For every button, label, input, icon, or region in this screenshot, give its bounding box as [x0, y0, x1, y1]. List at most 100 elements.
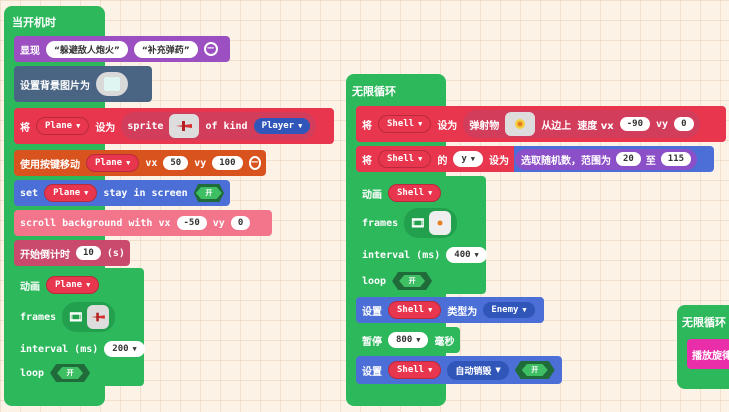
stay-in-screen-toggle[interactable]: 开 [193, 184, 224, 202]
move-buttons-label: 使用按键移动 [20, 159, 80, 171]
scroll-background-block[interactable]: scroll background with vx -50 vy 0 [14, 210, 272, 236]
splash-block[interactable]: 显现 “躲避敌人炮火” “补充弹药” − [14, 36, 230, 62]
kind-player-dropdown[interactable]: Player ▼ [253, 118, 311, 134]
shell-variable-dropdown[interactable]: Shell ▼ [388, 184, 442, 202]
set-sprite-block[interactable]: 将 Plane ▼ 设为 sprite of kind Player ▼ [14, 108, 334, 144]
plane-image-slot[interactable] [169, 114, 200, 138]
animate-shell-block[interactable]: 动画 Shell ▼ frames 🎞 interval (ms) 400 ▼ lo… [356, 176, 487, 294]
frames-editor[interactable]: 🎞 [62, 302, 116, 332]
scroll-vy-label: vy [212, 217, 225, 229]
pause-label: 暂停 [362, 336, 382, 348]
scroll-vy-input[interactable]: 0 [230, 216, 251, 230]
loop-label: loop [20, 367, 45, 379]
remove-icon[interactable]: − [203, 42, 218, 56]
set-background-label: 设置背景图片为 [20, 80, 90, 92]
of-label: 的 [437, 155, 448, 167]
film-icon: 🎞 [68, 310, 84, 324]
animate-plane-block[interactable]: 动画 Plane ▼ frames 🎞 interval (ms) 200 ▼ lo… [14, 268, 145, 386]
plane-variable-dropdown[interactable]: Plane ▼ [44, 184, 98, 202]
animate-label: 动画 [20, 281, 40, 293]
pause-duration-dropdown[interactable]: 800 ▼ [388, 332, 429, 348]
sprite-flag-dropdown[interactable]: 自动销毁 ▼ [447, 360, 509, 380]
set-projectile-prefix: 将 [362, 120, 372, 132]
shell-sprite-icon [515, 119, 526, 129]
projectile-label: 弹射物 [469, 120, 500, 132]
countdown-seconds-input[interactable]: 10 [76, 246, 101, 260]
shell-variable-dropdown[interactable]: Shell ▼ [378, 115, 432, 133]
of-kind-label: of kind [205, 120, 248, 132]
kind-label: 类型为 [447, 306, 478, 318]
loop-label: loop [362, 275, 387, 287]
stay-in-screen-block[interactable]: set Plane ▼ stay in screen 开 [14, 180, 230, 206]
vx-input[interactable]: 50 [163, 156, 189, 170]
plane-frame-slot[interactable] [87, 305, 110, 329]
interval-label: interval (ms) [362, 249, 441, 261]
countdown-label: 开始倒计时 [20, 249, 70, 261]
play-melody-block[interactable]: 播放旋律 [687, 339, 729, 369]
frames-label: frames [362, 217, 399, 229]
scroll-vx-input[interactable]: -50 [176, 216, 207, 230]
vx-label: vx [145, 157, 158, 169]
forever-title: 无限循环 [352, 85, 396, 98]
pause-block[interactable]: 暂停 800 ▼ 毫秒 [356, 327, 460, 353]
random-from-input[interactable]: 20 [615, 152, 641, 166]
remove-icon[interactable]: − [248, 156, 261, 170]
auto-destroy-toggle[interactable]: 开 [514, 361, 555, 379]
move-with-buttons-block[interactable]: 使用按键移动 Plane ▼ vx 50 vy 100 − [14, 150, 266, 176]
set-position-set-to: 设为 [488, 155, 509, 167]
projectile-from-side-reporter[interactable]: 弹射物 从边上 速度 vx -90 vy 0 [463, 110, 700, 138]
shell-vy-input[interactable]: 0 [674, 117, 694, 131]
shell-vy-label: vy [656, 118, 669, 130]
interval-label: interval (ms) [20, 343, 99, 355]
background-image-slot[interactable] [96, 72, 128, 96]
from-side-label: 从边上 [541, 120, 572, 132]
vy-label: vy [194, 157, 207, 169]
property-dropdown[interactable]: y ▼ [453, 151, 483, 167]
shell-variable-dropdown[interactable]: Shell ▼ [388, 361, 442, 379]
set-projectile-set-to: 设为 [437, 120, 458, 132]
plane-variable-dropdown[interactable]: Plane ▼ [36, 117, 90, 135]
set-position-block[interactable]: 将 Shell ▼ 的 y ▼ 设为 选取随机数，范围为 20 至 115 [356, 146, 714, 172]
set-kind-label: 设置 [362, 306, 382, 318]
random-range-reporter[interactable]: 选取随机数，范围为 20 至 115 [514, 148, 698, 170]
vy-input[interactable]: 100 [212, 156, 243, 170]
set-position-prefix: 将 [362, 155, 372, 167]
random-label: 选取随机数，范围为 [520, 155, 611, 167]
on-start-title: 当开机时 [12, 16, 56, 29]
set-projectile-block[interactable]: 将 Shell ▼ 设为 弹射物 从边上 速度 vx -90 vy 0 [356, 106, 726, 142]
film-icon: 🎞 [410, 216, 426, 230]
random-to-label: 至 [645, 155, 656, 167]
shell-frame-icon [437, 220, 443, 226]
plane-sprite-icon [91, 312, 106, 322]
frames-label: frames [20, 311, 57, 323]
set-kind-block[interactable]: 设置 Shell ▼ 类型为 Enemy ▼ [356, 297, 544, 323]
set-background-block[interactable]: 设置背景图片为 [14, 66, 152, 102]
plane-sprite-icon [176, 121, 193, 131]
splash-subtitle-input[interactable]: “补充弹药” [133, 40, 198, 58]
auto-destroy-block[interactable]: 设置 Shell ▼ 自动销毁 ▼ 开 [356, 356, 562, 384]
kind-enemy-dropdown[interactable]: Enemy ▼ [483, 302, 535, 318]
speed-vx-label: 速度 vx [577, 120, 614, 132]
stay-in-screen-label: stay in screen [103, 187, 188, 199]
forever-title-right: 无限循环 [682, 316, 726, 329]
shell-variable-dropdown[interactable]: Shell ▼ [378, 150, 432, 168]
plane-variable-dropdown[interactable]: Plane ▼ [46, 276, 100, 294]
shell-frame-slot[interactable] [429, 211, 452, 235]
plane-variable-dropdown[interactable]: Plane ▼ [86, 154, 140, 172]
loop-toggle[interactable]: 开 [50, 364, 91, 382]
play-melody-label: 播放旋律 [692, 350, 729, 362]
shell-image-slot[interactable] [505, 112, 536, 136]
frames-editor[interactable]: 🎞 [404, 208, 458, 238]
splash-title-input[interactable]: “躲避敌人炮火” [46, 40, 128, 58]
splash-label: 显现 [20, 45, 40, 57]
start-countdown-block[interactable]: 开始倒计时 10 (s) [14, 240, 130, 266]
interval-dropdown[interactable]: 400 ▼ [446, 247, 487, 263]
random-to-input[interactable]: 115 [660, 152, 692, 166]
loop-toggle[interactable]: 开 [392, 272, 433, 290]
create-sprite-reporter[interactable]: sprite of kind Player ▼ [121, 112, 317, 140]
interval-dropdown[interactable]: 200 ▼ [104, 341, 145, 357]
shell-variable-dropdown[interactable]: Shell ▼ [388, 301, 442, 319]
shell-vx-input[interactable]: -90 [619, 117, 651, 131]
set-sprite-prefix: 将 [20, 122, 30, 134]
scroll-background-label: scroll background with vx [20, 217, 171, 229]
